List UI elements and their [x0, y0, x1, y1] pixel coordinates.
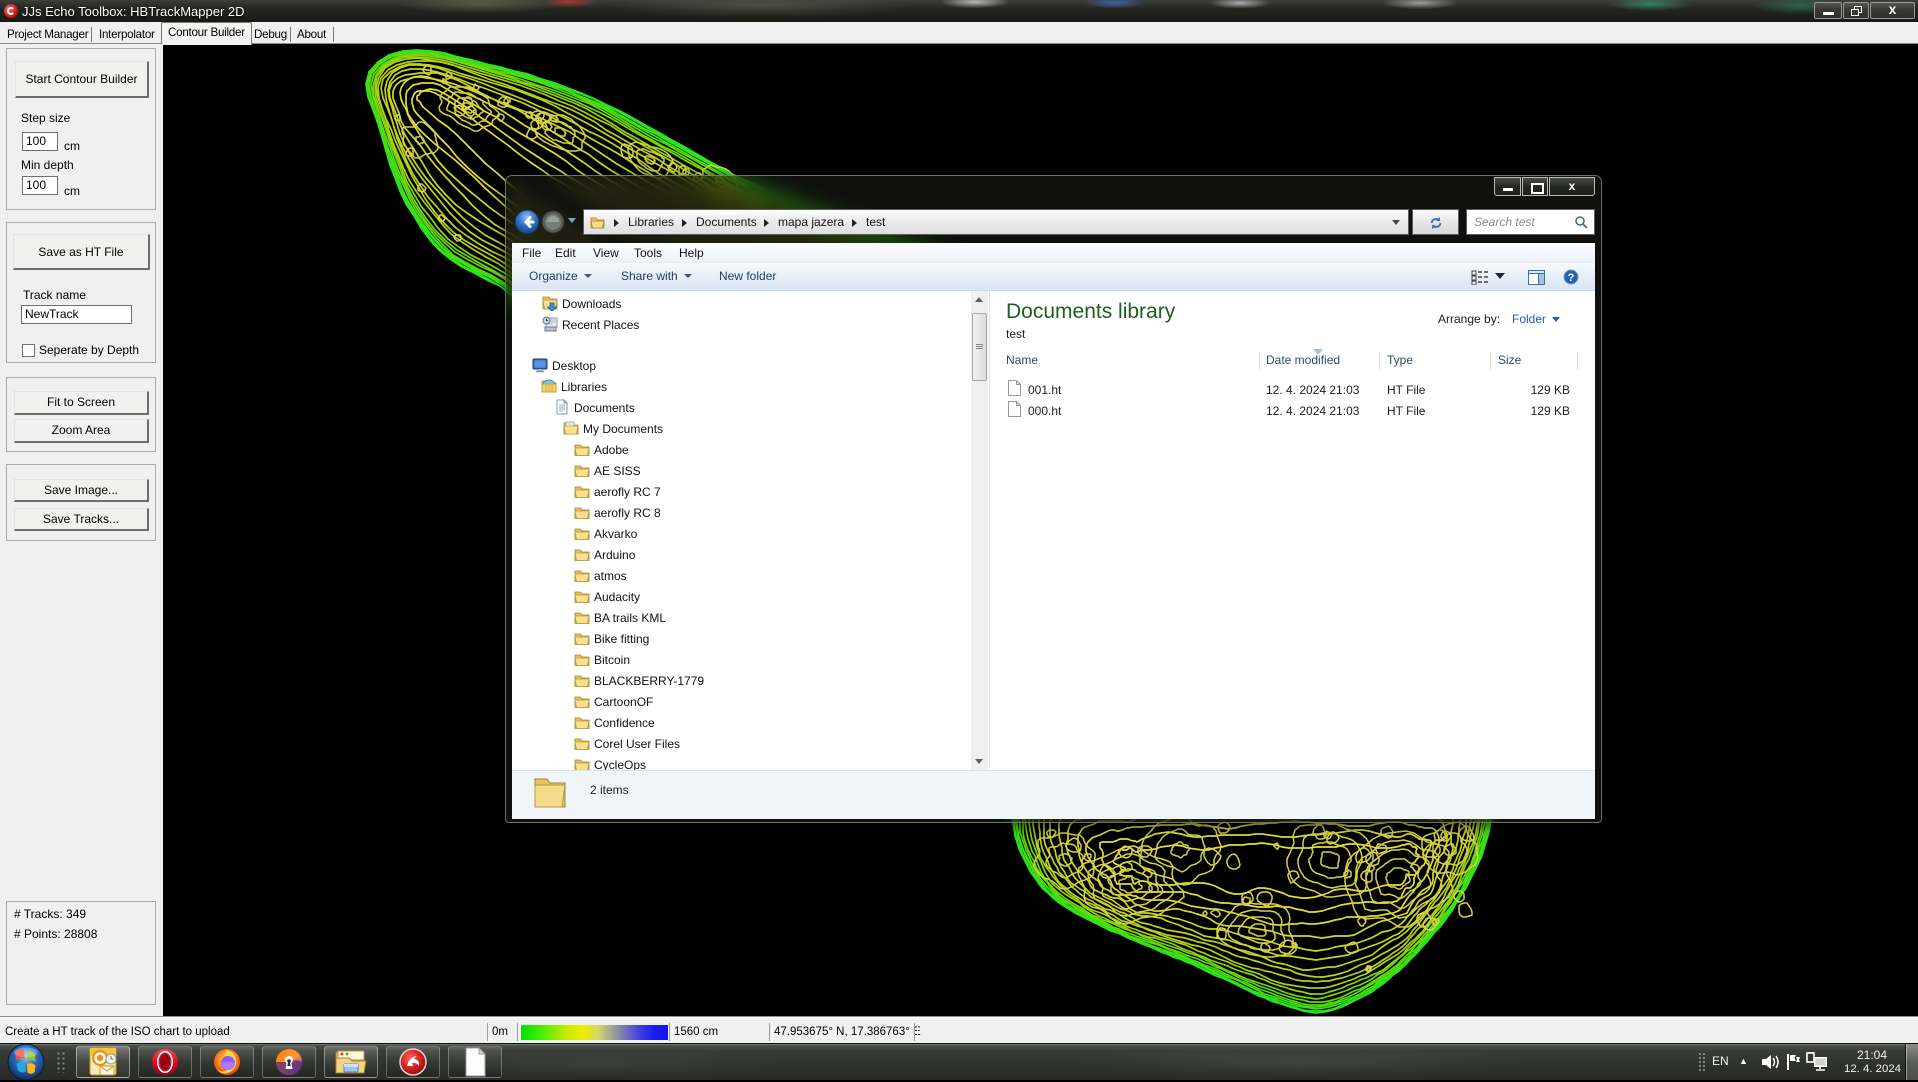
svg-text:?: ? — [1568, 272, 1575, 284]
